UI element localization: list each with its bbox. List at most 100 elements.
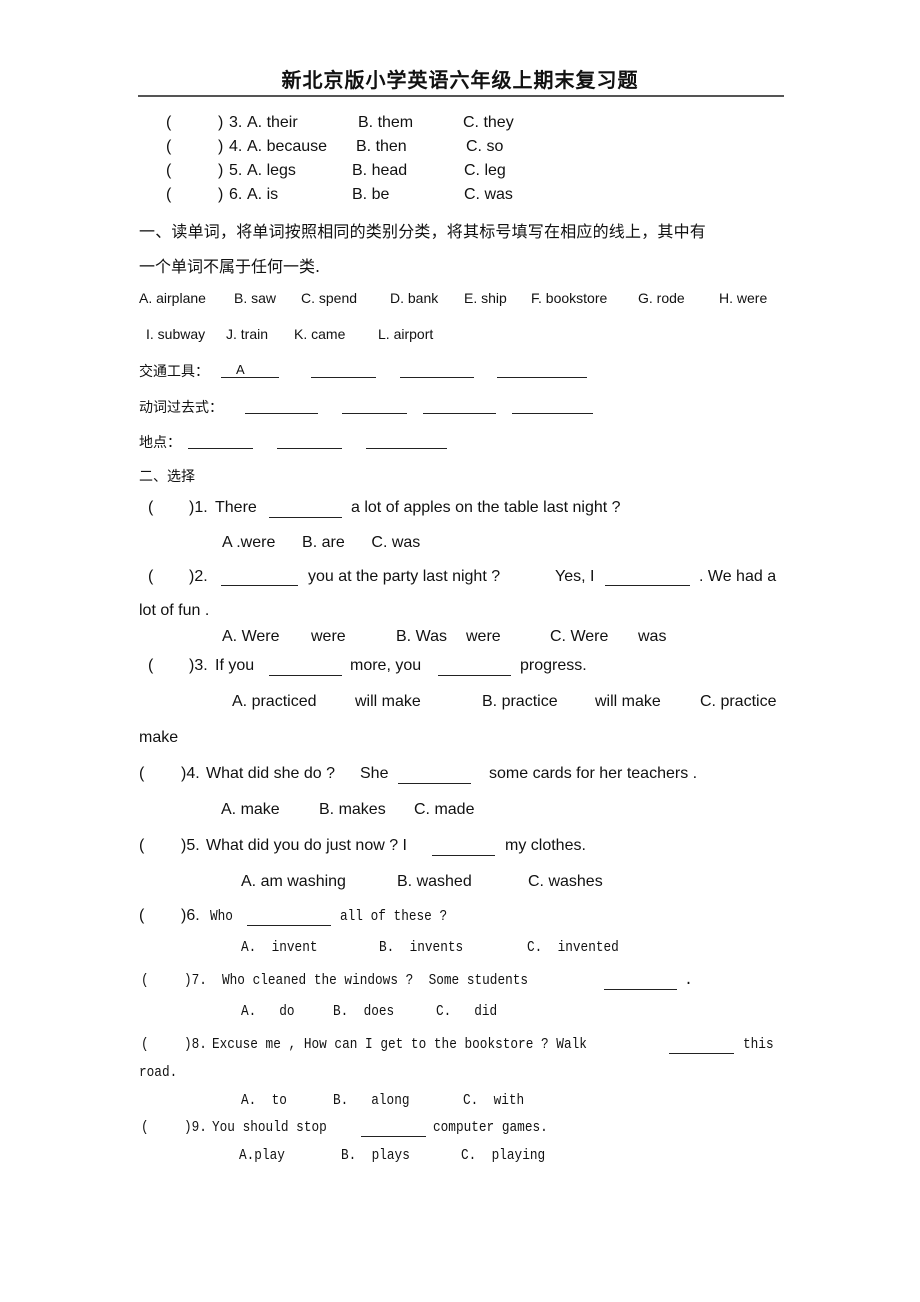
answer-paren[interactable]: ( [141,972,149,989]
answer-blank[interactable] [438,675,511,676]
answer-paren[interactable]: ( [148,568,153,586]
question-text: You should stop [212,1119,327,1136]
option-c: C. so [466,138,504,155]
question-number: )6. [181,907,200,924]
answer-blank[interactable] [432,855,495,856]
question-options: A .were B. are C. was [222,534,421,551]
answer-paren[interactable]: ( [141,1036,149,1053]
question-text: If you [215,657,255,674]
word-item: J. train [226,326,269,342]
option-c: C. was [464,186,513,203]
answer-paren[interactable]: ( [139,765,144,783]
question-number: )2. [189,568,208,585]
answer-blank[interactable] [269,517,342,518]
option-a-2: will make [355,693,421,710]
option-b-2: were [466,628,501,645]
question-text: She [360,765,389,782]
answer-blank[interactable] [512,413,593,414]
word-item: B. saw [234,290,277,306]
option-a: A. is [247,186,279,203]
answer-blank[interactable] [497,377,587,378]
word-item: C. spend [301,290,358,306]
question-text: Who cleaned the windows ? Some students [222,972,529,989]
option-b: B. then [356,138,407,155]
option-a: A. to [241,1092,287,1109]
word-item: L. airport [378,326,434,342]
question-text: a lot of apples on the table last night … [351,499,621,516]
paren-close: ) [218,114,224,131]
word-item: G. rode [638,290,685,306]
answer-value: A [236,362,245,377]
answer-paren[interactable]: ( [148,499,153,517]
question-text: progress. [520,657,587,674]
option-b: B. makes [319,801,386,818]
answer-blank[interactable] [342,413,407,414]
answer-blank[interactable] [669,1053,734,1054]
answer-paren[interactable]: ( [148,657,153,675]
answer-paren[interactable]: ( [141,1119,149,1136]
question-text: some cards for her teachers . [489,765,698,782]
option-b: B. head [352,162,408,179]
answer-blank[interactable] [400,377,474,378]
question-text: this [743,1036,774,1053]
paren-open: ( [166,114,172,131]
option-c: C. washes [528,873,603,890]
answer-blank[interactable] [361,1136,426,1137]
option-b: B. practice [482,693,558,710]
paren-close: ) [218,186,224,203]
question-text: What did you do just now ? I [206,837,407,854]
option-a: A. Were [222,628,280,645]
answer-blank[interactable] [604,989,677,990]
question-text: Who [210,908,233,925]
answer-blank[interactable] [398,783,471,784]
paren-close: ) [218,162,224,179]
answer-blank[interactable] [245,413,318,414]
option-c: C. did [436,1003,498,1020]
answer-blank[interactable] [221,377,279,378]
option-b: B. plays [341,1147,410,1164]
answer-blank[interactable] [221,585,298,586]
option-a: A. practiced [232,693,317,710]
answer-paren[interactable]: ( [139,837,144,855]
option-a: A. legs [247,162,296,179]
option-b: B. be [352,186,390,203]
question-text: There [215,499,257,516]
question-text: all of these ? [340,908,448,925]
answer-blank[interactable] [311,377,376,378]
option-b: B. does [333,1003,395,1020]
item-number: 5. [229,162,243,179]
option-b: B. them [358,114,414,131]
option-b: B. Was [396,628,447,645]
answer-blank[interactable] [277,448,342,449]
option-a: A. make [221,801,280,818]
answer-paren[interactable]: ( [139,907,144,925]
question-text: Excuse me , How can I get to the booksto… [212,1036,587,1053]
question-text: . [684,972,694,989]
answer-blank[interactable] [269,675,342,676]
answer-blank[interactable] [423,413,496,414]
question-number: )4. [181,765,200,782]
paren-open: ( [166,138,172,155]
question-number: )8. [184,1036,207,1053]
question-text: more, you [350,657,422,674]
option-a-2: were [311,628,346,645]
question-number: )3. [189,657,208,674]
category-label: 动词过去式： [139,400,223,416]
answer-blank[interactable] [247,925,331,926]
option-c: C. playing [461,1147,546,1164]
answer-blank[interactable] [605,585,690,586]
word-item: F. bookstore [531,290,608,306]
option-a: A. their [247,114,298,131]
word-item: D. bank [390,290,439,306]
category-label: 地点： [139,435,181,451]
option-b: B. washed [397,873,472,890]
answer-blank[interactable] [188,448,253,449]
paren-open: ( [166,162,172,179]
option-b: B. along [333,1092,410,1109]
question-number: )1. [189,499,208,516]
paren-close: ) [218,138,224,155]
section2-heading: 二、选择 [139,469,195,485]
answer-blank[interactable] [366,448,447,449]
option-a: A. because [247,138,328,155]
question-number: )9. [184,1119,207,1136]
